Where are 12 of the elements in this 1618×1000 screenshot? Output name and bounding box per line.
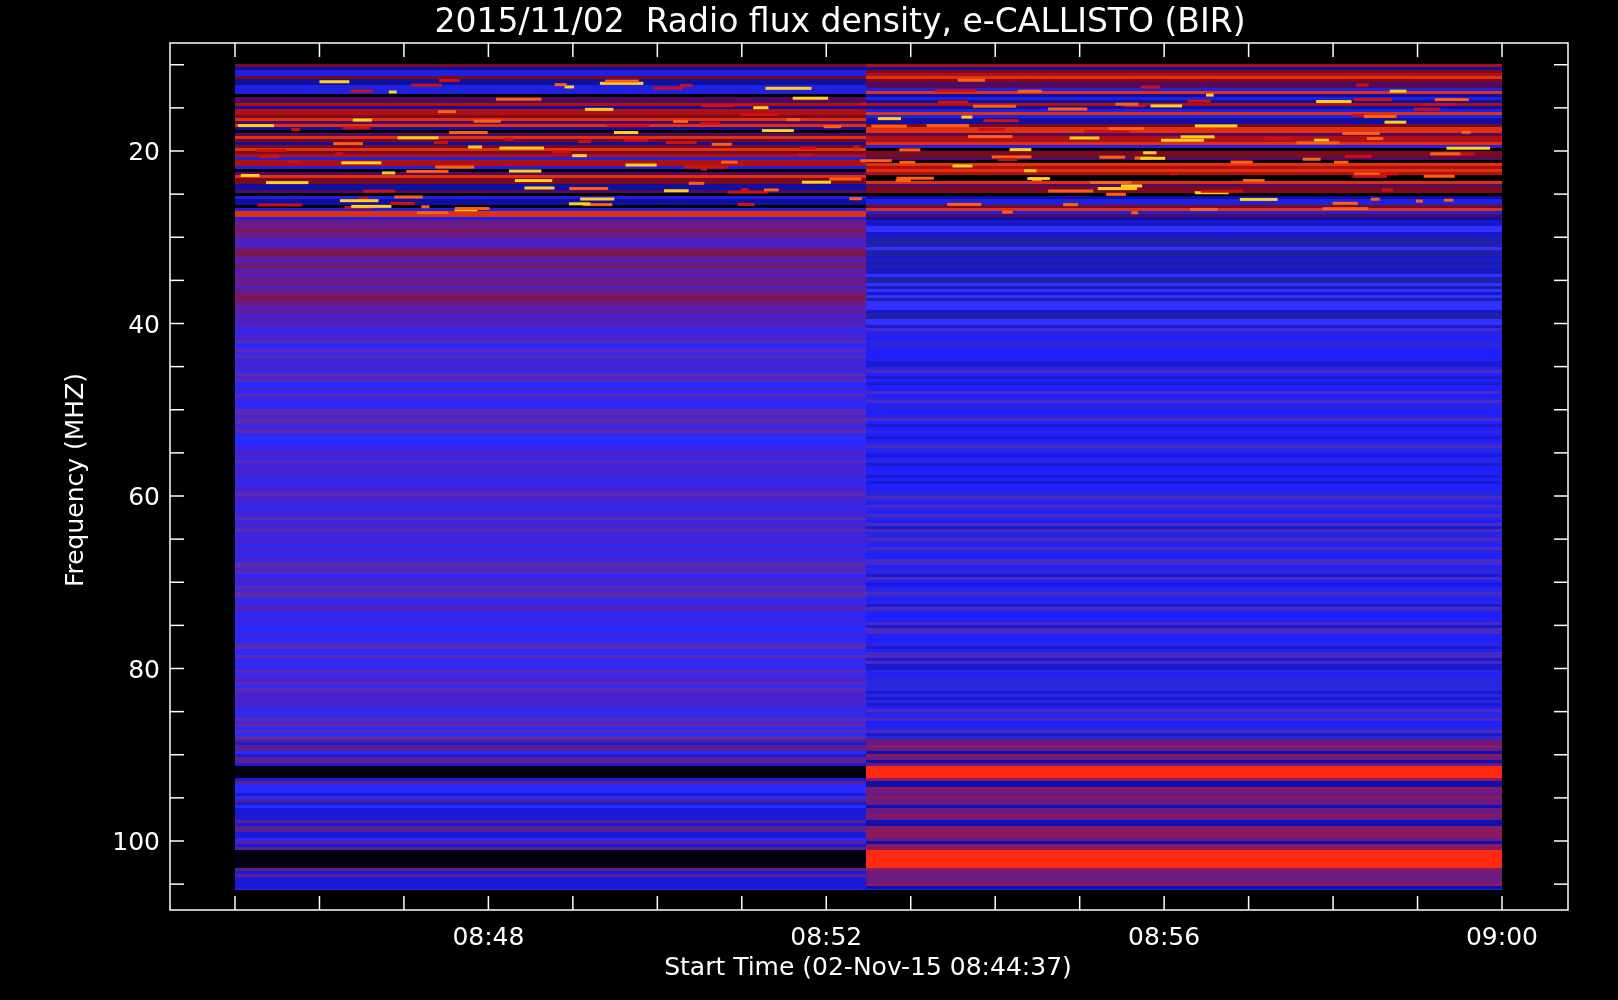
tick-label: 08:48: [452, 922, 525, 951]
tick-label: 08:52: [790, 922, 863, 951]
chart-title: 2015/11/02 Radio flux density, e-CALLISTO (BIR): [434, 1, 1246, 40]
tick-label: 09:00: [1466, 922, 1538, 951]
tick-label: 08:56: [1128, 922, 1201, 951]
tick-label: 20: [128, 137, 160, 166]
tick-label: 100: [112, 827, 160, 856]
axis-label: Start Time (02-Nov-15 08:44:37): [664, 952, 1072, 981]
tick-label: 40: [128, 309, 160, 339]
tick-label: 80: [128, 654, 160, 684]
tick-label: 60: [128, 482, 160, 511]
axis-label: Frequency (MHZ): [60, 372, 89, 588]
